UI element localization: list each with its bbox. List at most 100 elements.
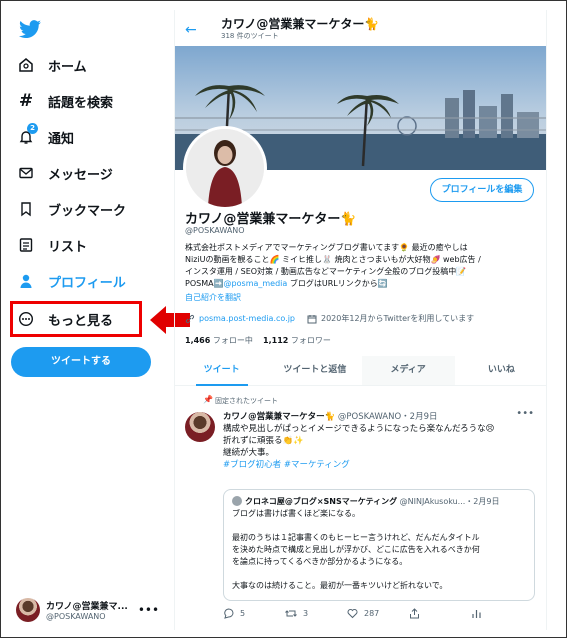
link-icon [185,314,195,323]
avatar [232,496,242,506]
nav-home[interactable]: ホーム [16,50,87,80]
tweet-author[interactable]: カワノ@営業兼マーケター🐈 [223,412,335,422]
retweet-icon [285,610,297,617]
bio-line: インスタ運用 / SEO対策 / 動画広告などマーケティング全般のブログ投稿中📝 [185,267,467,276]
person-icon [16,271,36,291]
avatar [16,598,40,622]
bio-line: POSMA➡️@posma_media ブログはURLリンクから🔄 [185,278,540,290]
nav-messages[interactable]: メッセージ [16,158,113,188]
reply-button[interactable]: 5 [223,608,285,619]
nav-profile[interactable]: プロフィール [16,266,126,296]
analytics-button[interactable] [471,608,533,619]
nav-bookmarks[interactable]: ブックマーク [16,194,126,224]
heart-icon [347,609,358,619]
profile-column: ← カワノ@営業兼マーケター🐈 318 件のツイート プロフィールを編集 カワノ… [174,10,547,630]
nav-lists[interactable]: リスト [16,230,87,260]
profile-meta: posma.post-media.co.jp 2020年12月からTwitter… [185,313,486,324]
tweet-more-icon[interactable]: ••• [516,408,534,419]
tweet-line: 構成や見出しがぱっとイメージできるようになったら楽なんだろうな😣 [223,424,495,434]
quote-line: を論点に持ってくるべきか部分かるようになる。 [232,557,408,566]
translate-bio-link[interactable]: 自己紹介を翻訳 [185,292,241,303]
nav-profile-label: プロフィール [48,275,126,291]
tweet-count: 318 件のツイート [221,32,279,40]
mention-link[interactable]: @posma_media [224,279,288,288]
followers-label: フォロワー [290,336,331,345]
tab-tweets[interactable]: ツイート [175,356,268,386]
bookmark-icon [16,199,36,219]
tweet-actions: 5 3 287 [223,608,535,619]
join-date: 2020年12月からTwitterを利用しています [307,313,474,324]
tweet-line: 継続が大事。 [223,448,275,458]
quote-line [232,568,526,580]
like-button[interactable]: 287 [347,608,409,619]
following-count: 1,466 [185,336,211,345]
profile-tabs: ツイート ツイートと返信 メディア いいね [175,356,546,386]
list-icon [16,235,36,255]
tab-media[interactable]: メディア [361,356,455,385]
nav-notifications-label: 通知 [48,131,75,147]
website-link[interactable]: posma.post-media.co.jp [199,314,295,323]
tweet-header: カワノ@営業兼マーケター🐈 @POSKAWANO・2月9日 [223,410,437,422]
quote-line: 最初のうちは１記事書くのもヒーヒー言うけれど、だんだんタイトル [232,533,480,542]
quote-header: クロネコ屋@ブログ×SNSマーケティング @NINJAkusoku...・2月9… [232,496,526,508]
tweet-handle-date: @POSKAWANO・2月9日 [337,412,438,422]
quote-author: クロネコ屋@ブログ×SNSマーケティング [245,497,398,506]
profile-bio: 株式会社ポストメディアでマーケティングブログ書いてます🌻 最近の癒やしは Niz… [185,242,540,290]
share-button[interactable] [409,608,471,619]
reply-count: 5 [240,609,246,618]
notification-badge: 2 [27,123,38,134]
nav-messages-label: メッセージ [48,167,113,183]
nav-explore[interactable]: # 話題を検索 [16,86,113,116]
join-date-text: 2020年12月からTwitterを利用しています [321,314,475,323]
quote-line: 大事なのは続けること。最初が一番キツいけど折れないで。 [232,581,448,590]
quote-line [232,520,526,532]
bio-text: POSMA➡️ [185,279,224,288]
quote-handle-date: @NINJAkusoku...・2月9日 [399,497,500,506]
page-title: カワノ@営業兼マーケター🐈 [221,17,380,31]
quote-line: ブログは書けば書くほど楽になる。 [232,509,360,518]
quoted-tweet[interactable]: クロネコ屋@ブログ×SNSマーケティング @NINJAkusoku...・2月9… [223,489,535,601]
hashtag-icon: # [18,91,34,111]
follow-stats: 1,466 フォロー中 1,112 フォロワー [185,335,331,346]
bio-line: 株式会社ポストメディアでマーケティングブログ書いてます🌻 最近の癒やしは [185,243,468,252]
tweet-button[interactable]: ツイートする [11,347,151,377]
analytics-icon [472,610,481,618]
following-link[interactable]: 1,466 フォロー中 [185,336,253,345]
avatar[interactable] [185,412,215,442]
sidebar: ホーム # 話題を検索 2 通知 メッセージ ブックマーク リスト プロフィール… [8,10,190,630]
nav-notifications[interactable]: 2 通知 [16,122,74,152]
share-icon [410,608,419,619]
like-count: 287 [364,609,380,618]
account-handle: @POSKAWANO [46,612,106,621]
bio-line: NiziUの動画を観ること🌈 ミイヒ推し🐰 焼肉とさつまいもが大好物🍠 web広… [185,255,481,264]
retweet-button[interactable]: 3 [285,608,347,619]
twitter-logo-icon[interactable] [18,20,42,40]
highlight-box [10,301,142,337]
profile-avatar[interactable] [183,126,267,210]
tweet-line: 折れずに頑張る👏✨ [223,436,304,446]
tab-likes[interactable]: いいね [455,356,546,385]
nav-home-label: ホーム [48,59,87,75]
back-arrow-icon[interactable]: ← [185,22,197,38]
mail-icon [16,163,36,183]
nav-bookmarks-label: ブックマーク [48,203,127,219]
website: posma.post-media.co.jp [185,314,295,324]
followers-link[interactable]: 1,112 フォロワー [263,336,331,345]
pinned-label-text: 固定されたツイート [215,397,278,405]
tweet-text: 構成や見出しがぱっとイメージできるようになったら楽なんだろうな😣 折れずに頑張る… [223,423,535,471]
home-icon [16,55,36,75]
pinned-label: 固定されたツイート [205,396,278,406]
edit-profile-button[interactable]: プロフィールを編集 [430,178,534,202]
calendar-icon [307,314,317,323]
more-dots-icon[interactable]: ••• [138,603,159,617]
tweet-hashtags[interactable]: #ブログ初心者 #マーケティング [223,459,535,471]
tab-tweets-replies[interactable]: ツイートと返信 [268,356,361,385]
profile-header-bar: ← カワノ@営業兼マーケター🐈 318 件のツイート [175,10,546,46]
bio-text: ブログはURLリンクから🔄 [289,279,388,288]
account-name: カワノ@営業兼マ... [46,602,128,612]
account-switcher[interactable]: カワノ@営業兼マ... @POSKAWANO ••• [16,593,161,627]
reply-icon [224,608,234,619]
retweet-count: 3 [303,609,309,618]
profile-handle: @POSKAWANO [185,226,245,235]
bell-icon: 2 [16,123,38,147]
